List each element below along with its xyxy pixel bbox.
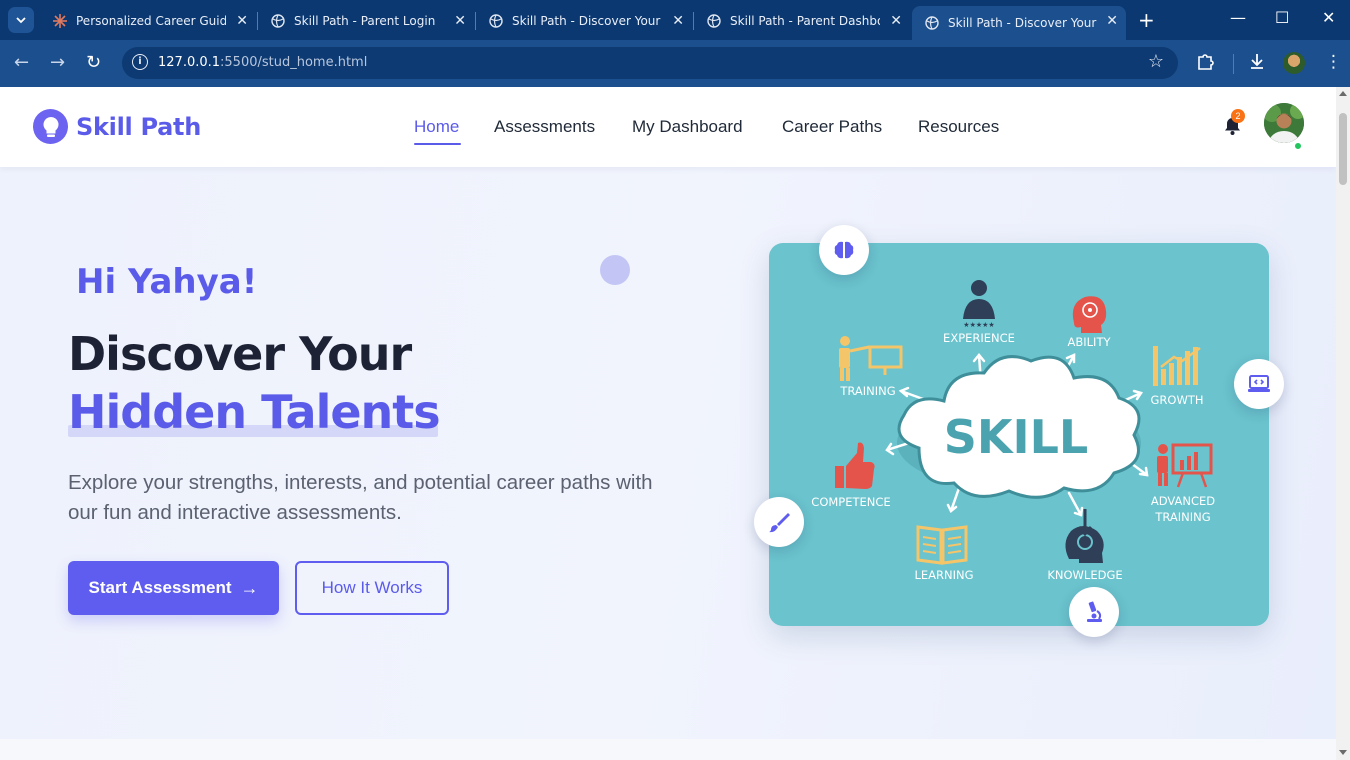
globe-icon [270,13,286,29]
lightbulb-icon [33,109,68,144]
tab-title: Skill Path - Discover Your Fu [512,14,662,28]
maximize-icon[interactable]: ☐ [1275,8,1289,27]
tab-title: Skill Path - Parent Login [294,14,436,28]
paintbrush-icon [769,513,790,533]
browser-tab-5-active[interactable]: Skill Path - Discover Your Fu ✕ [912,6,1126,40]
globe-icon [924,15,940,31]
microscope-icon [1087,601,1102,622]
label-advanced-training: TRAINING [1154,510,1210,524]
training-teacher-icon [839,336,903,381]
close-icon[interactable]: ✕ [236,13,248,29]
headline-line-1: Discover Your [68,327,412,381]
headline-line-2: Hidden Talents [68,385,441,439]
skill-illustration: SKILL ★★★★★ EXPERIENCE ABILITY TRAINING … [769,243,1269,626]
paintbrush-icon-button[interactable] [754,497,804,547]
code-icon-button[interactable] [1234,359,1284,409]
nav-active-underline [414,143,461,145]
globe-icon [488,13,504,29]
site-info-icon[interactable]: i [132,54,148,70]
address-bar[interactable]: i 127.0.0.1:5500/stud_home.html ☆ [122,47,1178,79]
forward-arrow-icon[interactable]: → [50,52,65,73]
nav-assessments[interactable]: Assessments [494,117,595,137]
tab-title: Personalized Career Guidanc [76,14,226,28]
close-icon[interactable]: ✕ [1106,13,1118,29]
globe-icon [706,13,722,29]
browser-tab-bar: Personalized Career Guidanc ✕ Skill Path… [0,0,1350,40]
label-advanced: ADVANCED [1151,494,1215,508]
close-icon[interactable]: ✕ [890,13,902,29]
logo-text: Skill Path [76,112,201,141]
url-host: 127.0.0.1 [158,55,221,70]
browser-profile-avatar[interactable] [1283,52,1305,74]
nav-resources[interactable]: Resources [918,117,999,137]
skill-center-word: SKILL [944,410,1089,464]
brain-icon-button[interactable] [819,225,869,275]
label-training: TRAINING [839,384,895,398]
scroll-up-arrow[interactable] [1339,91,1347,96]
experience-person-icon: ★★★★★ [963,280,995,329]
browser-tab-1[interactable]: Personalized Career Guidanc ✕ [40,6,256,36]
nav-home[interactable]: Home [414,117,459,137]
new-tab-button[interactable]: + [1138,8,1155,32]
how-it-works-label: How It Works [321,578,423,597]
label-growth: GROWTH [1151,393,1204,407]
site-header: Skill Path Home Assessments My Dashboard… [0,87,1336,167]
tab-title: Skill Path - Discover Your Fu [948,16,1098,30]
label-experience: EXPERIENCE [943,331,1015,345]
code-icon [1248,375,1270,392]
start-assessment-button[interactable]: Start Assessment → [68,561,279,615]
browser-toolbar: ← → ↻ i 127.0.0.1:5500/stud_home.html ☆ … [0,40,1350,87]
close-icon[interactable]: ✕ [672,13,684,29]
nav-career-paths[interactable]: Career Paths [782,117,882,137]
label-knowledge: KNOWLEDGE [1047,568,1122,582]
url-text[interactable]: 127.0.0.1:5500/stud_home.html [158,55,367,70]
decorative-circle [600,255,630,285]
arrow-right-icon: → [240,577,259,598]
page-scrollbar[interactable] [1336,87,1350,760]
label-competence: COMPETENCE [811,495,890,509]
browser-tab-2[interactable]: Skill Path - Parent Login ✕ [258,6,474,36]
growth-chart-icon [1153,346,1201,386]
svg-text:★★★★★: ★★★★★ [963,321,994,329]
advanced-training-icon [1157,443,1213,488]
microscope-icon-button[interactable] [1069,587,1119,637]
bookmark-star-icon[interactable]: ☆ [1148,51,1164,72]
brain-icon [834,241,854,259]
notification-badge: 2 [1231,109,1245,123]
greeting: Hi Yahya! [76,262,258,302]
url-path: :5500/stud_home.html [220,55,368,70]
minimize-icon[interactable]: — [1230,8,1246,27]
tab-search-button[interactable] [8,7,34,33]
scrollbar-thumb[interactable] [1339,113,1347,185]
skill-diagram: SKILL ★★★★★ EXPERIENCE ABILITY TRAINING … [811,280,1215,582]
tab-title: Skill Path - Parent Dashboar [730,14,880,28]
reload-icon[interactable]: ↻ [86,52,101,73]
logo[interactable]: Skill Path [33,109,201,144]
how-it-works-button[interactable]: How It Works [295,561,449,615]
label-learning: LEARNING [914,568,973,582]
download-icon[interactable] [1248,52,1266,75]
online-status-dot [1294,142,1302,150]
nav-my-dashboard[interactable]: My Dashboard [632,117,743,137]
page-content: Skill Path Home Assessments My Dashboard… [0,87,1336,760]
chevron-down-icon [16,17,26,24]
hero-subtitle: Explore your strengths, interests, and p… [68,471,653,524]
start-assessment-label: Start Assessment [88,578,232,597]
learning-book-icon [916,525,968,565]
knowledge-head-icon [1065,509,1104,563]
browser-tab-3[interactable]: Skill Path - Discover Your Fu ✕ [476,6,692,36]
ability-head-icon [1072,296,1107,333]
sparkle-icon [52,13,68,29]
next-section-edge [0,739,1336,760]
browser-tab-4[interactable]: Skill Path - Parent Dashboar ✕ [694,6,910,36]
close-icon[interactable]: ✕ [454,13,466,29]
competence-thumbs-up-icon [835,442,875,489]
avatar[interactable] [1264,103,1304,143]
back-arrow-icon[interactable]: ← [14,52,29,73]
label-ability: ABILITY [1068,335,1112,349]
scroll-down-arrow[interactable] [1339,750,1347,755]
extensions-icon[interactable] [1196,52,1214,75]
window-close-icon[interactable]: ✕ [1322,8,1335,27]
more-menu-icon[interactable]: ⋮ [1325,52,1342,72]
